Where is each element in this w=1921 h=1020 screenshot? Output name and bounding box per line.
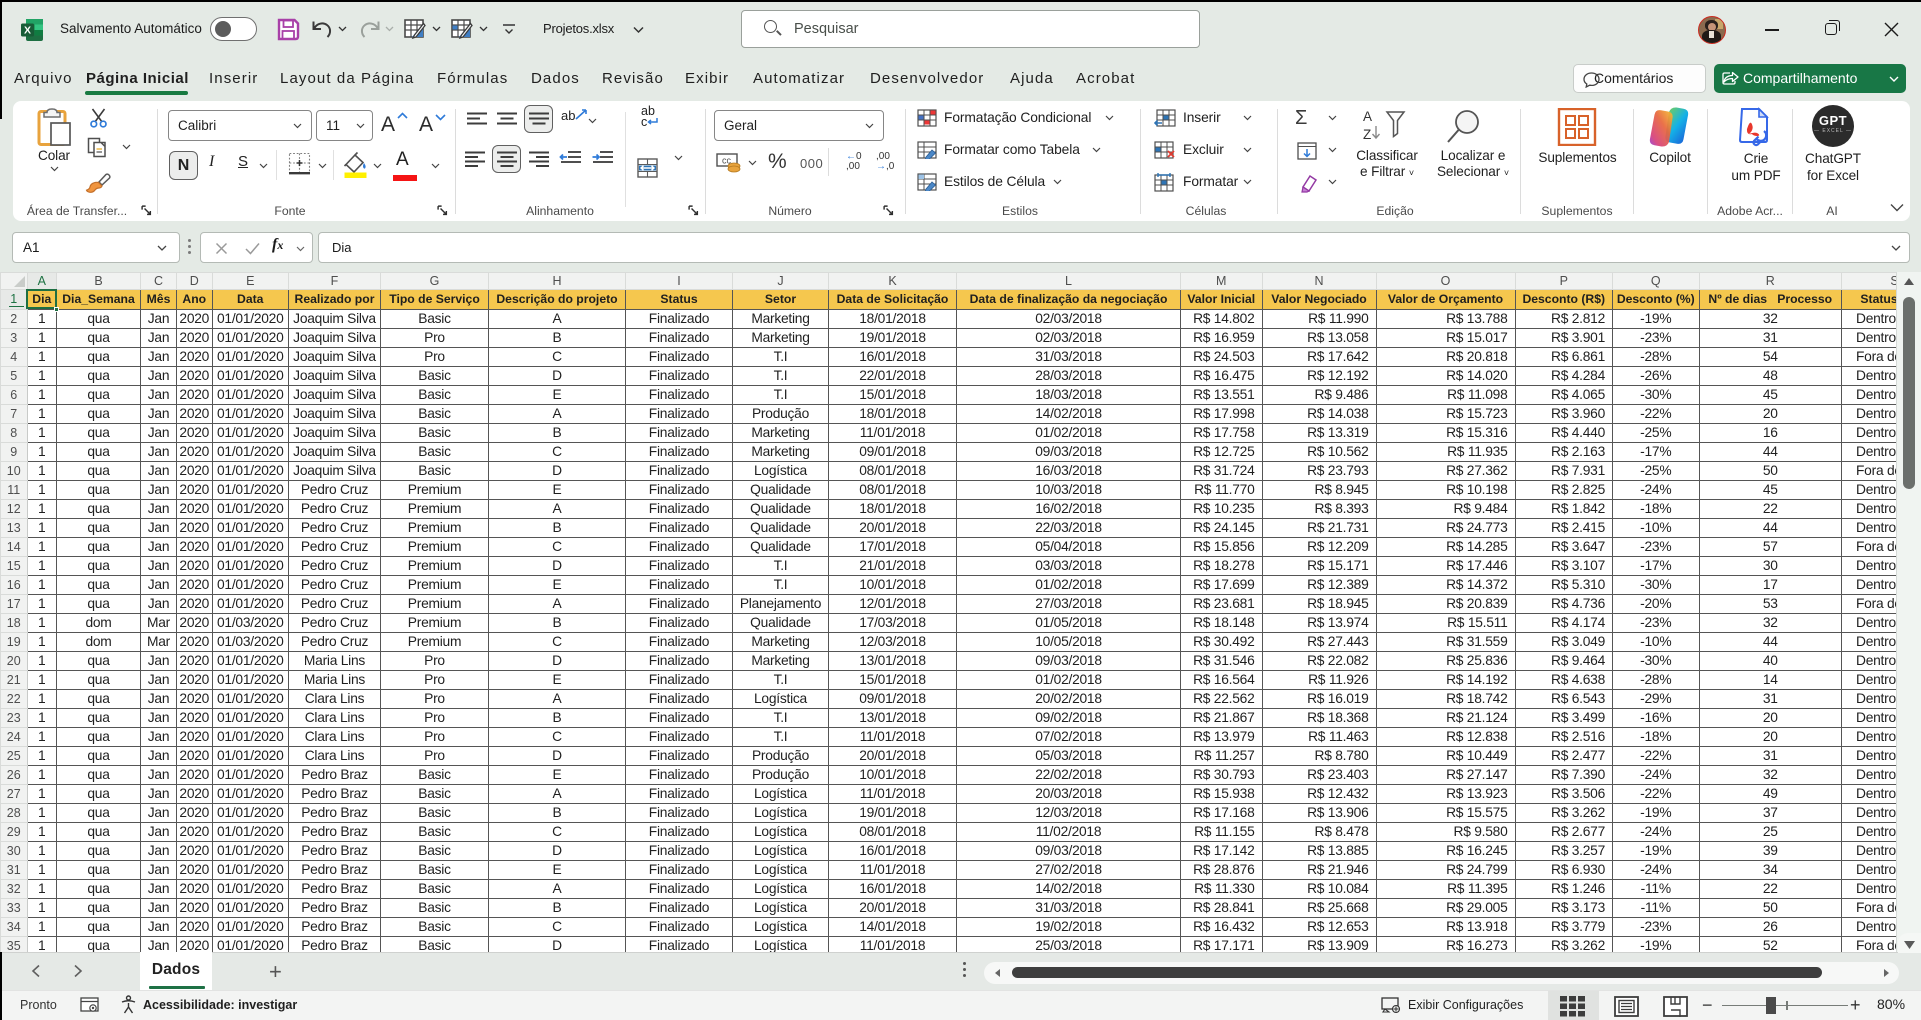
svg-text:X: X <box>24 25 31 37</box>
svg-text:A: A <box>1363 109 1372 124</box>
svg-text:Z: Z <box>1363 127 1371 142</box>
